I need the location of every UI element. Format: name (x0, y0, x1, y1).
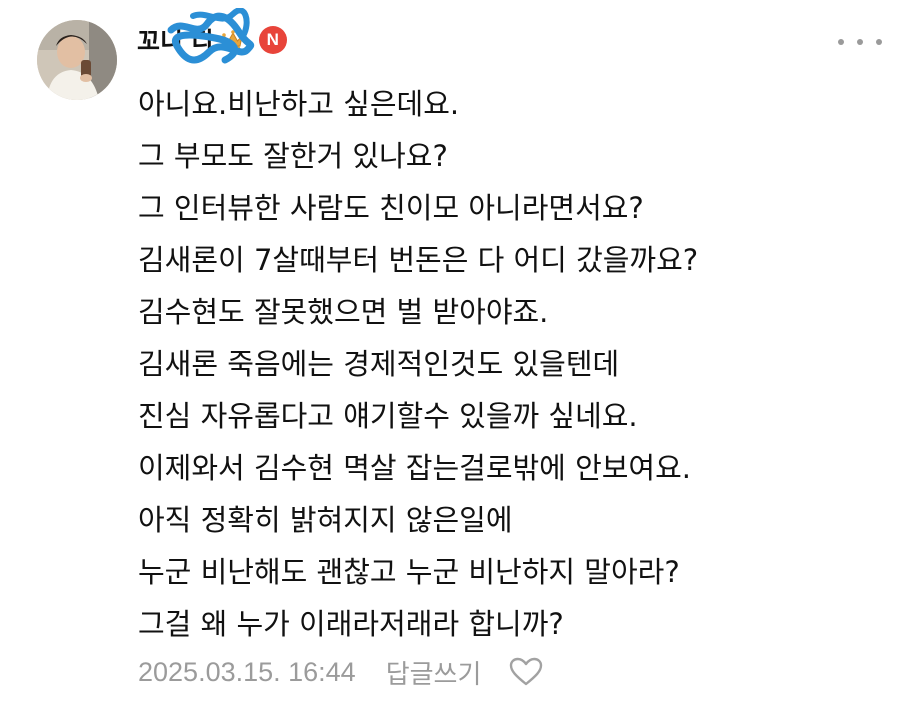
comment-footer: 2025.03.15. 16:44 답글쓰기 (138, 650, 543, 694)
comment-header: 꼬니 다 N (137, 8, 287, 64)
dot (876, 39, 882, 45)
comment-line: 김새론 죽음에는 경제적인것도 있을텐데 (138, 347, 620, 381)
comment-line: 진심 자유롭다고 얘기할수 있을까 싶네요. (138, 399, 638, 433)
comment-line: 김수현도 잘못했으면 벌 받아야죠. (138, 295, 549, 329)
reply-button[interactable]: 답글쓰기 (386, 654, 482, 691)
dot (838, 39, 844, 45)
comment-line: 누군 비난해도 괜찮고 누군 비난하지 말아라? (138, 555, 680, 589)
more-options-icon[interactable] (838, 30, 882, 54)
new-badge: N (258, 26, 287, 54)
author-name[interactable]: 꼬니 다 (137, 8, 255, 64)
comment-line: 그 부모도 잘한거 있나요? (138, 139, 448, 173)
comment-line: 김새론이 7살때부터 번돈은 다 어디 갔을까요? (138, 243, 699, 277)
avatar[interactable] (37, 20, 117, 100)
comment-card: 꼬니 다 N 아니요.비난하고 싶은데요. 그 부모도 잘한거 있나요? 그 인… (0, 0, 912, 703)
comment-line: 아니요.비난하고 싶은데요. (138, 87, 460, 121)
comment-body: 아니요.비난하고 싶은데요. 그 부모도 잘한거 있나요? 그 인터뷰한 사람도… (138, 78, 878, 650)
timestamp: 2025.03.15. 16:44 (138, 656, 356, 687)
heart-icon[interactable] (509, 657, 543, 687)
author-name-text: 꼬니 다 (137, 27, 215, 56)
comment-line: 그걸 왜 누가 이래라저래라 합니까? (138, 607, 564, 641)
comment-line: 아직 정확히 밝혀지지 않은일에 (138, 503, 513, 537)
dot (857, 39, 863, 45)
comment-line: 그 인터뷰한 사람도 친이모 아니라면서요? (138, 191, 644, 225)
crown-icon (221, 30, 244, 50)
comment-line: 이제와서 김수현 멱살 잡는걸로밖에 안보여요. (138, 451, 692, 485)
